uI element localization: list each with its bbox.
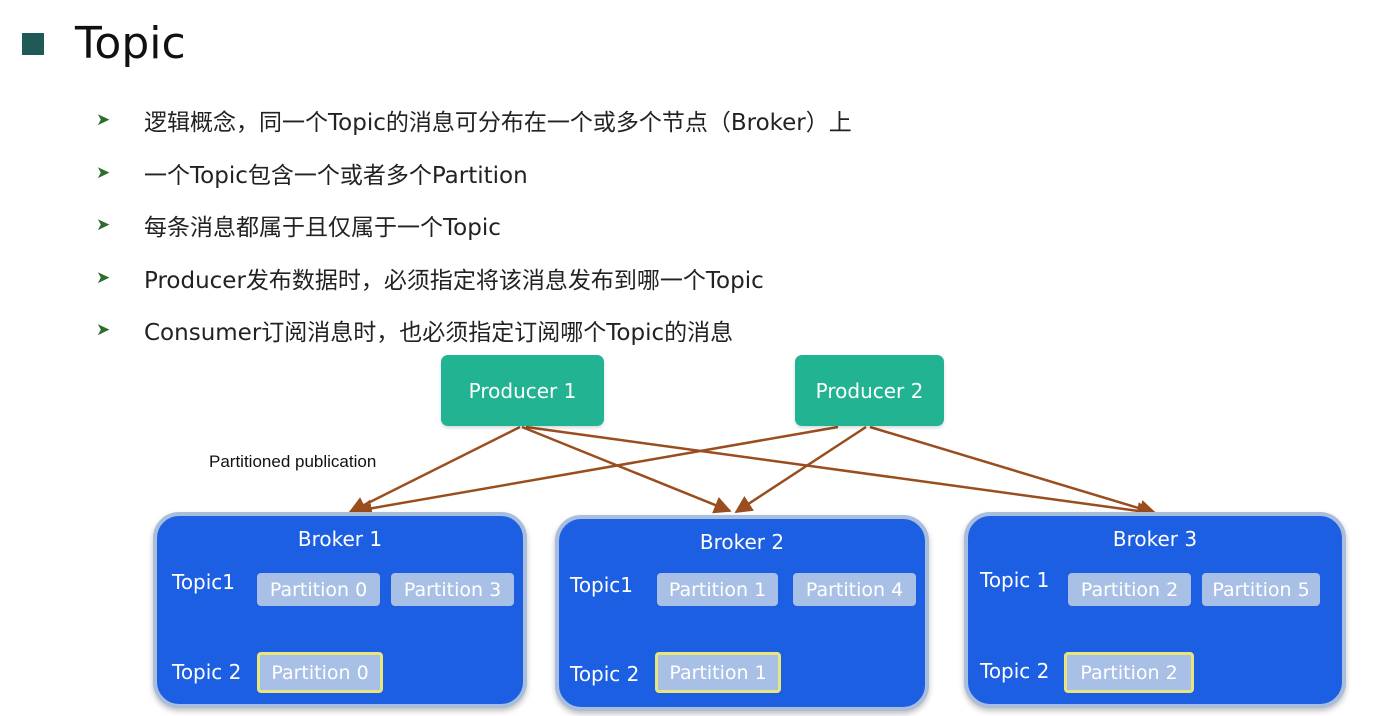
arrow-p2-b1 — [354, 425, 839, 517]
topic1-label: Topic1 — [570, 573, 634, 597]
partitioned-publication-label: Partitioned publication — [209, 452, 377, 471]
highlighted-partition-box: Partition 0 — [257, 652, 383, 693]
partition-box: Partition 1 — [657, 573, 778, 606]
partition-box: Partition 4 — [793, 573, 916, 606]
arrow-p1-b3 — [525, 425, 1155, 520]
highlighted-partition-box: Partition 2 — [1064, 652, 1194, 693]
topic1-label: Topic 1 — [980, 568, 1050, 592]
arrow-p2-b3 — [869, 425, 1157, 517]
broker-title: Broker 2 — [699, 530, 785, 554]
producer-1-node: Producer 1 — [441, 355, 604, 426]
topic2-label: Topic 2 — [172, 660, 242, 684]
broker-title: Broker 1 — [297, 527, 383, 551]
partition-box: Partition 0 — [257, 573, 380, 606]
arrow-p2-b2 — [734, 425, 867, 514]
broker-1-node: Broker 1 Topic1 Partition 0 Partition 3 … — [153, 512, 527, 708]
broker-title: Broker 3 — [1112, 527, 1198, 551]
topic2-label: Topic 2 — [570, 662, 640, 686]
partition-box: Partition 2 — [1068, 573, 1191, 606]
broker-2-node: Broker 2 Topic1 Partition 1 Partition 4 … — [555, 515, 929, 711]
topic1-label: Topic1 — [172, 570, 236, 594]
broker-3-node: Broker 3 Topic 1 Partition 2 Partition 5… — [964, 512, 1346, 708]
partition-box: Partition 3 — [391, 573, 514, 606]
topic2-label: Topic 2 — [980, 659, 1050, 683]
producer-2-node: Producer 2 — [795, 355, 944, 426]
highlighted-partition-box: Partition 1 — [655, 652, 781, 693]
partition-box: Partition 5 — [1202, 573, 1320, 606]
